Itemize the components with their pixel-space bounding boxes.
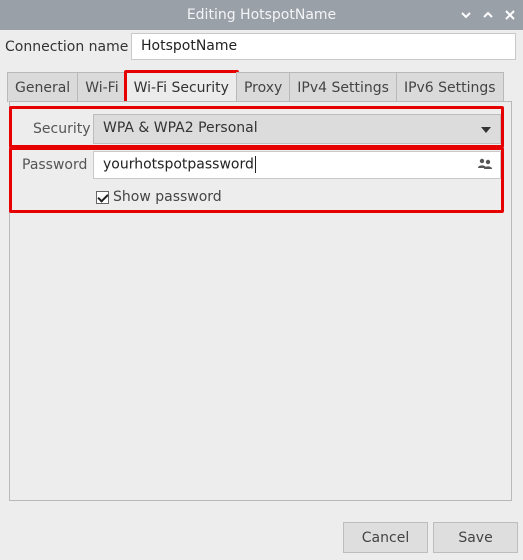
security-select[interactable]: WPA & WPA2 Personal [93,114,501,144]
tab-proxy[interactable]: Proxy [235,72,291,102]
chevron-down-icon [481,127,491,133]
security-selected-value: WPA & WPA2 Personal [103,120,258,136]
users-icon[interactable] [478,158,492,174]
connection-name-input[interactable]: HotspotName [131,33,516,60]
tab-ipv4-settings[interactable]: IPv4 Settings [289,72,397,102]
title-bar: Editing HotspotName [0,0,523,30]
tab-wifi-security[interactable]: Wi-Fi Security [123,70,240,105]
show-password-checkbox[interactable] [96,190,109,204]
tab-ipv6-settings[interactable]: IPv6 Settings [395,72,504,102]
tab-bar: General Wi-Fi Wi-Fi Security Proxy IPv4 … [7,70,504,105]
show-password-row[interactable]: Show password [96,189,222,205]
connection-name-label: Connection name [5,39,129,55]
password-input[interactable]: yourhotspotpassword [93,151,501,179]
save-button[interactable]: Save [433,522,518,553]
close-icon[interactable] [503,8,517,22]
window-controls [459,0,517,30]
text-caret [254,156,256,173]
tab-wifi[interactable]: Wi-Fi [77,72,127,102]
cancel-button[interactable]: Cancel [343,522,428,553]
password-label: Password [22,157,88,173]
show-password-label: Show password [113,189,222,205]
window-title: Editing HotspotName [186,7,337,23]
chevron-up-icon[interactable] [481,8,495,22]
chevron-down-icon[interactable] [459,8,473,22]
password-value: yourhotspotpassword [103,156,254,173]
security-label: Security [33,121,91,137]
tab-general[interactable]: General [7,72,79,102]
